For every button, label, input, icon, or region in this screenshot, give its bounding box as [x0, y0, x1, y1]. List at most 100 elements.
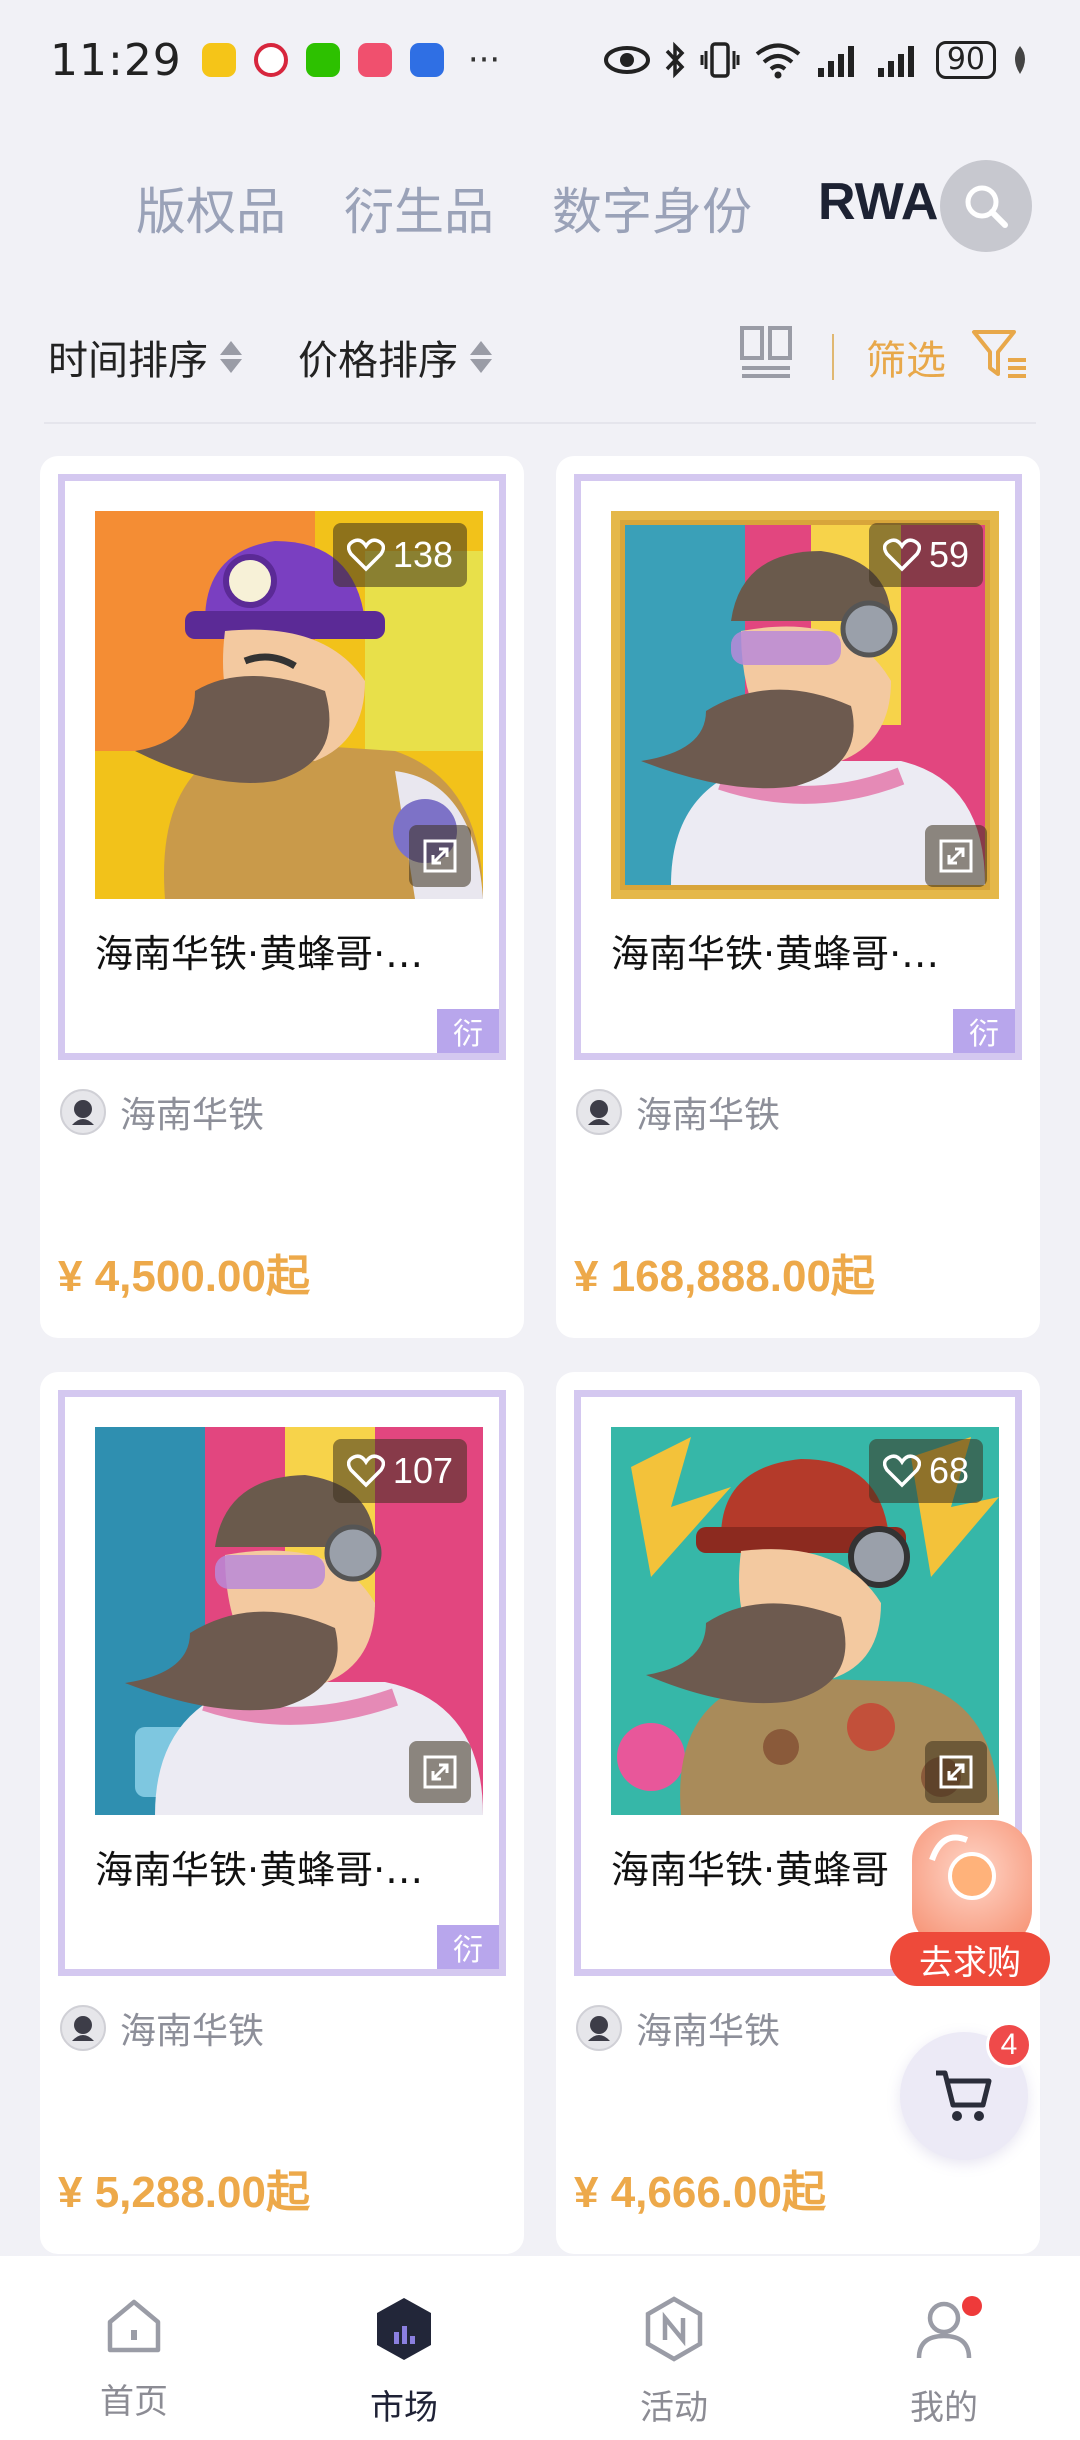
nav-label: 首页 — [100, 2382, 168, 2422]
product-card[interactable]: 107 海南华铁·黄蜂哥·… 衍 海南华铁 ¥ 5,288.00起 — [40, 1372, 524, 2254]
avatar — [60, 2005, 106, 2051]
avatar — [60, 1089, 106, 1135]
like-count: 138 — [392, 534, 453, 575]
derivative-tag: 衍 — [437, 1009, 499, 1053]
product-title: 海南华铁·黄蜂哥·… — [95, 932, 424, 976]
want-to-buy-button[interactable]: 去求购 — [890, 1820, 1050, 1990]
product-price: ¥ 4,666.00起 — [574, 2168, 826, 2217]
creator-name: 海南华铁 — [636, 2011, 781, 2052]
grid-layout-icon[interactable] — [738, 324, 794, 380]
expand-button[interactable] — [925, 1741, 987, 1803]
creator-info[interactable]: 海南华铁 — [576, 2002, 780, 2054]
product-image[interactable]: 68 — [611, 1427, 999, 1815]
shop-app-icon — [357, 43, 392, 77]
like-button[interactable]: 107 — [332, 1439, 467, 1503]
expand-icon — [423, 839, 457, 873]
sort-divider — [832, 334, 834, 380]
bank-app-icon — [253, 43, 288, 77]
product-card[interactable]: 138 海南华铁·黄蜂哥·… 衍 海南华铁 ¥ 4,500.00起 — [40, 456, 524, 1338]
wechat-app-icon — [305, 43, 340, 77]
tab-copyright[interactable]: 版权品 — [136, 172, 286, 244]
heart-icon — [346, 1454, 385, 1488]
nav-home[interactable]: 首页 — [54, 2296, 214, 2423]
activity-icon — [645, 2296, 703, 2362]
like-count: 59 — [928, 534, 969, 575]
bluetooth-icon — [665, 41, 685, 79]
blue-app-icon — [409, 43, 444, 77]
battery-indicator: 90 — [935, 41, 996, 79]
cart-count-badge: 4 — [986, 2022, 1032, 2068]
expand-icon — [423, 1755, 457, 1789]
creator-info[interactable]: 海南华铁 — [60, 2002, 264, 2054]
product-image[interactable]: 138 — [95, 511, 483, 899]
creator-info[interactable]: 海南华铁 — [576, 1086, 780, 1138]
card-frame: 59 海南华铁·黄蜂哥·… 衍 — [574, 474, 1022, 1060]
product-title: 海南华铁·黄蜂哥·… — [611, 932, 940, 976]
nav-label: 活动 — [640, 2388, 708, 2428]
tab-digital-identity[interactable]: 数字身份 — [552, 172, 752, 244]
creator-info[interactable]: 海南华铁 — [60, 1086, 264, 1138]
vibrate-icon — [700, 42, 740, 78]
product-price: ¥ 4,500.00起 — [58, 1252, 310, 1301]
category-tabs: 版权品 衍生品 数字身份 RWA — [0, 160, 1080, 260]
like-button[interactable]: 138 — [332, 523, 467, 587]
like-count: 68 — [928, 1450, 969, 1491]
home-icon — [107, 2299, 161, 2353]
like-button[interactable]: 68 — [868, 1439, 983, 1503]
card-frame: 138 海南华铁·黄蜂哥·… 衍 — [58, 474, 506, 1060]
filter-icon[interactable] — [970, 326, 1030, 382]
derivative-tag: 衍 — [437, 1925, 499, 1969]
cart-icon — [936, 2070, 992, 2121]
system-icons: 90 — [603, 41, 1030, 79]
expand-button[interactable] — [409, 825, 471, 887]
divider — [44, 422, 1036, 424]
nav-activity[interactable]: 活动 — [594, 2296, 754, 2429]
sort-arrows-icon — [470, 341, 492, 373]
search-icon — [965, 185, 1008, 228]
product-title: 海南华铁·黄蜂哥·… — [95, 1848, 424, 1892]
want-to-buy-label: 去求购 — [890, 1932, 1050, 1986]
tab-derivative[interactable]: 衍生品 — [344, 172, 494, 244]
creator-name: 海南华铁 — [120, 2011, 265, 2052]
product-image[interactable]: 59 — [611, 511, 999, 899]
signal-icon — [817, 46, 854, 77]
notification-icons: ··· — [201, 40, 501, 80]
message-app-icon — [201, 43, 236, 77]
cart-button[interactable]: 4 — [900, 2022, 1032, 2160]
bottom-nav: 首页 市场 活动 我的 — [0, 2256, 1080, 2440]
search-button[interactable] — [940, 160, 1032, 252]
expand-icon — [939, 839, 973, 873]
card-frame: 107 海南华铁·黄蜂哥·… 衍 — [58, 1390, 506, 1976]
avatar — [576, 2005, 622, 2051]
expand-button[interactable] — [409, 1741, 471, 1803]
time-sort-button[interactable]: 时间排序 — [48, 328, 242, 386]
product-image[interactable]: 107 — [95, 1427, 483, 1815]
market-icon — [377, 2298, 431, 2360]
like-button[interactable]: 59 — [868, 523, 983, 587]
heart-icon — [882, 1454, 921, 1488]
derivative-tag: 衍 — [953, 1009, 1015, 1053]
filter-label[interactable]: 筛选 — [866, 328, 946, 386]
price-sort-button[interactable]: 价格排序 — [298, 328, 492, 386]
heart-icon — [346, 538, 385, 572]
notification-dot — [962, 2296, 982, 2316]
avatar — [576, 1089, 622, 1135]
nav-label: 我的 — [910, 2388, 978, 2428]
expand-icon — [939, 1755, 973, 1789]
heart-icon — [882, 538, 921, 572]
product-price: ¥ 5,288.00起 — [58, 2168, 310, 2217]
nav-profile[interactable]: 我的 — [864, 2296, 1024, 2429]
signal-2-icon — [877, 46, 914, 77]
nav-market[interactable]: 市场 — [324, 2296, 484, 2429]
creator-name: 海南华铁 — [636, 1095, 781, 1136]
wifi-icon — [755, 43, 801, 79]
more-notifications-icon: ··· — [467, 40, 501, 80]
price-sort-label: 价格排序 — [298, 338, 458, 384]
status-bar: 11:29 ··· 90 — [0, 0, 1080, 120]
product-card[interactable]: 59 海南华铁·黄蜂哥·… 衍 海南华铁 ¥ 168,888.00起 — [556, 456, 1040, 1338]
creator-name: 海南华铁 — [120, 1095, 265, 1136]
status-time: 11:29 — [50, 34, 182, 86]
expand-button[interactable] — [925, 825, 987, 887]
tab-rwa[interactable]: RWA — [818, 172, 938, 232]
nav-label: 市场 — [370, 2388, 438, 2428]
